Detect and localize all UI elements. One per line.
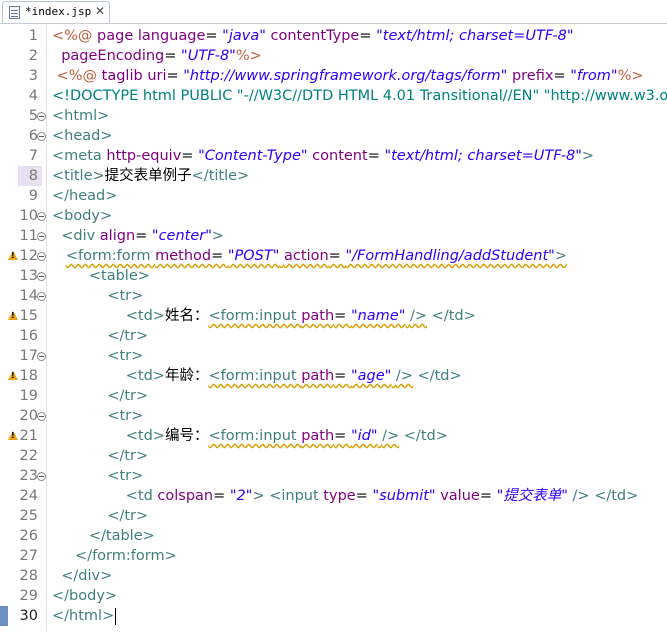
code-line: </tr>	[107, 328, 149, 344]
fold-toggle-icon[interactable]	[37, 112, 46, 121]
code-line: <tr>	[107, 468, 144, 484]
fold-toggle-icon[interactable]	[37, 252, 46, 261]
editor-tab-bar: *index.jsp ✕	[0, 0, 667, 24]
code-area[interactable]: <%@ page language= "java" contentType= "…	[52, 24, 667, 632]
jsp-file-icon	[9, 6, 20, 19]
line-number: 11	[19, 228, 38, 244]
line-number: 24	[19, 488, 38, 504]
code-line: <html>	[52, 108, 110, 124]
warning-icon[interactable]	[8, 251, 18, 260]
code-line: <%@ page language= "java" contentType= "…	[52, 28, 574, 44]
code-line: <!DOCTYPE html PUBLIC "-//W3C//DTD HTML …	[52, 88, 667, 104]
code-line: <td>年龄：<form:input path= "age" /> </td>	[125, 368, 462, 384]
warning-icon[interactable]	[8, 311, 18, 320]
line-number: 8	[28, 168, 38, 184]
line-number: 2	[28, 48, 38, 64]
code-line: </form:form>	[75, 548, 177, 564]
tab-title: *index.jsp	[25, 5, 92, 18]
line-number: 14	[19, 288, 38, 304]
code-line: </div>	[61, 568, 113, 584]
close-icon[interactable]: ✕	[95, 4, 105, 18]
code-line: <td>编号：<form:input path= "id" /> </td>	[125, 428, 448, 444]
fold-toggle-icon[interactable]	[37, 412, 46, 421]
fold-toggle-icon[interactable]	[37, 132, 46, 141]
line-number: 7	[28, 148, 38, 164]
code-line: <form:form method= "POST" action= "/Form…	[65, 248, 568, 264]
code-line: <title>提交表单例子</title>	[52, 168, 250, 184]
code-line: </tr>	[107, 508, 149, 524]
code-line: </tr>	[107, 388, 149, 404]
code-line: <meta http-equiv= "Content-Type" content…	[52, 148, 595, 164]
line-number: 22	[19, 448, 38, 464]
warning-icon[interactable]	[8, 371, 18, 380]
code-line: </body>	[52, 588, 118, 604]
line-number: 9	[28, 188, 38, 204]
code-line: </head>	[52, 188, 118, 204]
line-number: 20	[19, 408, 38, 424]
line-number: 16	[19, 328, 38, 344]
code-line: <tr>	[107, 348, 144, 364]
line-number: 25	[19, 508, 38, 524]
line-number: 19	[19, 388, 38, 404]
line-number: 13	[19, 268, 38, 284]
code-line: <table>	[88, 268, 150, 284]
line-number: 5	[28, 108, 38, 124]
line-number: 27	[19, 548, 38, 564]
fold-toggle-icon[interactable]	[37, 472, 46, 481]
line-number: 29	[19, 588, 38, 604]
code-line: <body>	[52, 208, 113, 224]
line-number-gutter: 1234567891011121314151617181920212223242…	[0, 24, 47, 632]
code-editor[interactable]: 1234567891011121314151617181920212223242…	[0, 24, 667, 632]
fold-toggle-icon[interactable]	[37, 232, 46, 241]
line-number: 28	[19, 568, 38, 584]
tab-index-jsp[interactable]: *index.jsp ✕	[2, 1, 110, 23]
code-line: <tr>	[107, 288, 144, 304]
line-number: 26	[19, 528, 38, 544]
line-number: 1	[28, 28, 38, 44]
warning-icon[interactable]	[8, 431, 18, 440]
code-line: </tr>	[107, 448, 149, 464]
line-number: 3	[28, 68, 38, 84]
fold-toggle-icon[interactable]	[37, 292, 46, 301]
code-line: </table>	[88, 528, 155, 544]
code-line: <tr>	[107, 408, 144, 424]
code-line: <head>	[52, 128, 113, 144]
line-number: 10	[19, 208, 38, 224]
code-line: </html>	[52, 608, 116, 625]
line-number: 4	[28, 88, 38, 104]
line-number: 30	[19, 608, 38, 624]
code-line: <%@ taglib uri= "http://www.springframew…	[52, 68, 644, 84]
line-number: 6	[28, 128, 38, 144]
line-number: 17	[19, 348, 38, 364]
code-line: <td colspan= "2"> <input type= "submit" …	[125, 488, 639, 504]
fold-toggle-icon[interactable]	[37, 212, 46, 221]
code-line: <td>姓名：<form:input path= "name" /> </td>	[125, 308, 476, 324]
code-line: <div align= "center">	[61, 228, 225, 244]
code-line: pageEncoding= "UTF-8"%>	[61, 48, 262, 64]
fold-toggle-icon[interactable]	[37, 352, 46, 361]
fold-toggle-icon[interactable]	[37, 272, 46, 281]
text-cursor	[115, 608, 116, 625]
line-number: 23	[19, 468, 38, 484]
